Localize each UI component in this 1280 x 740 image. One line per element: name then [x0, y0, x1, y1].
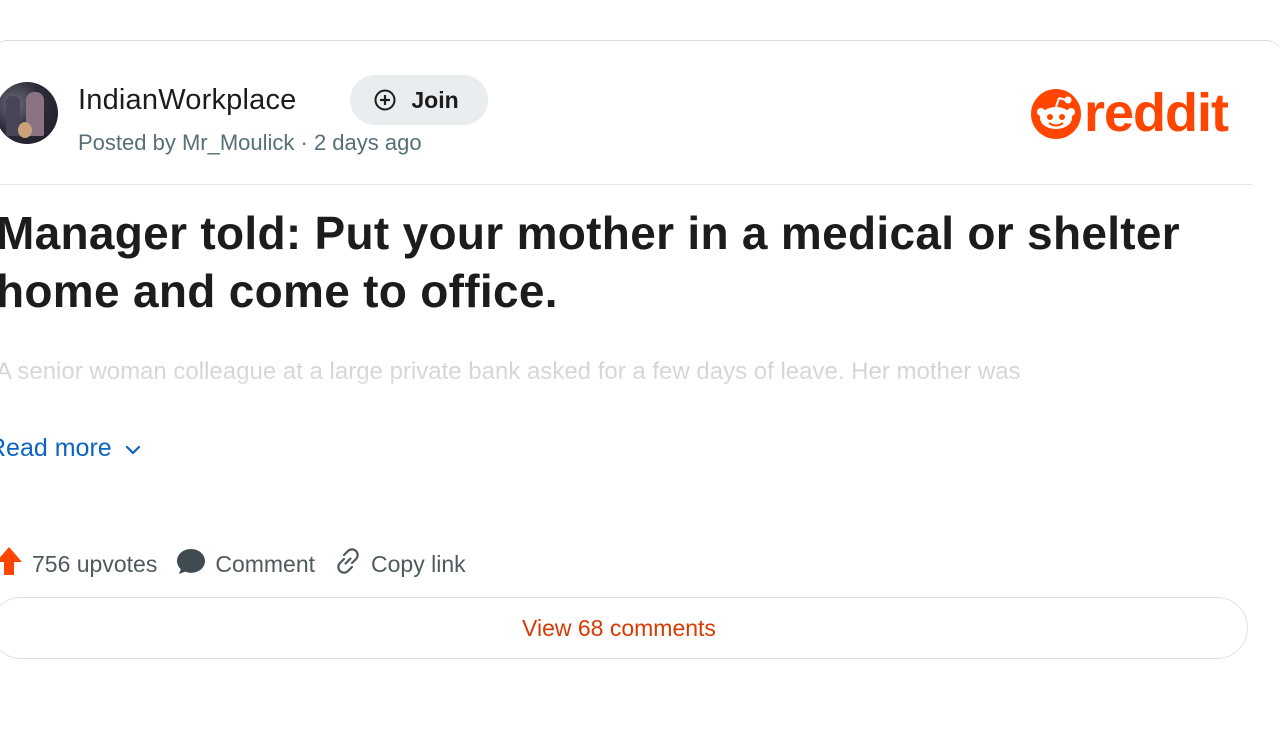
plus-circle-icon	[373, 88, 397, 112]
view-comments-button[interactable]: View 68 comments	[0, 597, 1248, 659]
upvote-count: 756 upvotes	[32, 550, 158, 577]
copy-link-label: Copy link	[371, 550, 466, 577]
upvote-button[interactable]: 756 upvotes	[0, 545, 157, 583]
top-strip	[0, 0, 1280, 40]
avatar-figure	[18, 122, 32, 138]
copy-link-button[interactable]: Copy link	[333, 546, 466, 582]
comment-bubble-icon	[175, 546, 207, 582]
read-more-link[interactable]: Read more	[0, 434, 142, 463]
post-meta: Posted by Mr_Moulick · 2 days ago	[78, 130, 422, 155]
reddit-snoo-icon	[1030, 88, 1082, 145]
view-comments-label: View 68 comments	[522, 614, 716, 641]
read-more-label: Read more	[0, 434, 112, 462]
comment-label: Comment	[215, 550, 316, 577]
reddit-logo[interactable]: reddit	[1030, 82, 1229, 145]
upvote-arrow-icon	[0, 545, 24, 583]
post-title[interactable]: Manager told: Put your mother in a medic…	[0, 204, 1236, 320]
join-button-label: Join	[411, 86, 459, 113]
chevron-down-icon	[124, 434, 142, 463]
subreddit-name[interactable]: IndianWorkplace	[78, 84, 296, 117]
header-divider	[0, 184, 1252, 185]
link-icon	[333, 546, 363, 582]
post-body-preview: A senior woman colleague at a large priv…	[0, 358, 1021, 385]
reddit-wordmark: reddit	[1084, 82, 1229, 143]
comment-button[interactable]: Comment	[175, 546, 315, 582]
post-actions: 756 upvotes Comment Copy link	[0, 544, 484, 584]
join-button[interactable]: Join	[350, 75, 488, 125]
